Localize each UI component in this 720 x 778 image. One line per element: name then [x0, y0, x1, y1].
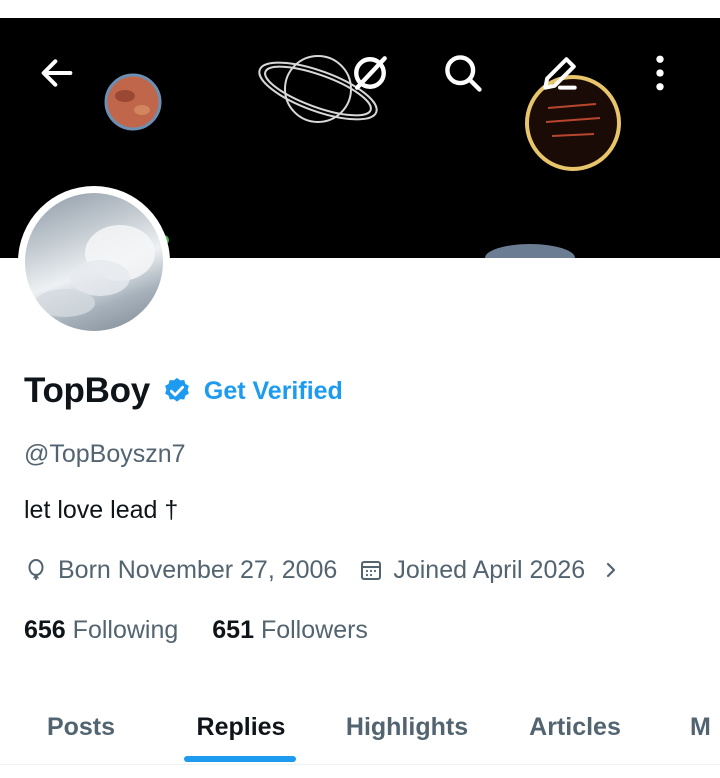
followers-stat[interactable]: 651 Followers	[212, 616, 368, 645]
search-button[interactable]	[435, 45, 491, 101]
bio: let love lead †	[24, 496, 179, 524]
birthday-item: Born November 27, 2006	[24, 556, 337, 585]
tab-replies[interactable]: Replies	[176, 690, 306, 764]
birthday-text: Born November 27, 2006	[58, 555, 338, 584]
name-row: TopBoy Get Verified	[24, 368, 343, 414]
search-icon	[445, 55, 482, 92]
balloon-icon	[28, 559, 44, 580]
avatar[interactable]	[18, 186, 170, 338]
profile-meta: Born November 27, 2006 Joined April 2026	[24, 552, 621, 588]
tab-more[interactable]: M	[690, 690, 720, 764]
avatar-image	[25, 193, 163, 331]
verified-badge-icon	[162, 376, 192, 406]
handle: @TopBoyszn7	[24, 440, 186, 468]
get-verified-link[interactable]: Get Verified	[204, 377, 343, 406]
tab-highlights[interactable]: Highlights	[334, 690, 480, 764]
following-label: Following	[72, 615, 179, 644]
back-button[interactable]	[29, 45, 85, 101]
back-arrow-icon	[41, 59, 73, 87]
edit-button[interactable]	[532, 45, 588, 101]
more-button[interactable]	[632, 45, 688, 101]
followers-label: Followers	[260, 615, 368, 644]
grok-button[interactable]	[342, 45, 398, 101]
profile-tabs: Posts Replies Highlights Articles M	[0, 690, 720, 765]
follow-stats: 656 Following 651 Followers	[24, 612, 368, 648]
following-count: 656	[24, 615, 73, 644]
chevron-right-icon	[607, 562, 616, 578]
more-vertical-icon	[656, 55, 664, 91]
active-tab-indicator	[184, 756, 296, 762]
tab-articles[interactable]: Articles	[512, 690, 638, 764]
grok-icon	[354, 56, 387, 90]
status-strip	[0, 0, 720, 18]
tab-posts[interactable]: Posts	[30, 690, 132, 764]
display-name: TopBoy	[24, 371, 150, 410]
edit-icon	[543, 57, 577, 90]
joined-text: Joined April 2026	[393, 555, 586, 584]
followers-count: 651	[212, 615, 261, 644]
cloud-picture	[35, 225, 155, 317]
joined-item[interactable]: Joined April 2026	[359, 556, 621, 585]
following-stat[interactable]: 656 Following	[24, 616, 178, 645]
calendar-icon	[361, 561, 382, 580]
